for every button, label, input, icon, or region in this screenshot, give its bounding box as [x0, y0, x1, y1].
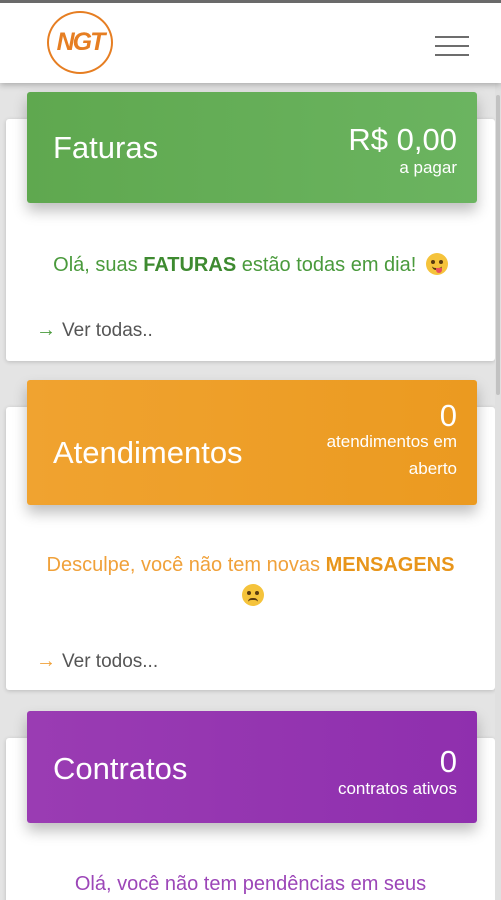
atendimentos-ver-todos-link[interactable]: → Ver todos...: [36, 650, 158, 673]
faturas-title: Faturas: [53, 130, 159, 165]
scrollbar-thumb[interactable]: [496, 95, 500, 395]
faturas-message-post: estão todas em dia!: [236, 254, 417, 276]
faturas-link-label: Ver todas..: [62, 320, 153, 341]
contratos-message: Olá, você não tem pendências em seus: [6, 869, 495, 900]
tongue-emoji-icon: [425, 253, 448, 275]
atendimentos-message-bold: MENSAGENS: [325, 554, 455, 576]
contratos-sub: contratos ativos: [337, 779, 457, 798]
atendimentos-value: 0: [439, 398, 457, 433]
logo-text: NGT: [56, 28, 106, 56]
faturas-value: R$ 0,00: [348, 122, 457, 157]
faturas-message-bold: FATURAS: [143, 254, 237, 276]
faturas-header[interactable]: Faturas R$ 0,00 a pagar: [27, 92, 477, 203]
contratos-value: 0: [439, 744, 457, 779]
sad-emoji-icon: [241, 584, 264, 606]
arrow-right-icon: →: [36, 650, 56, 672]
atendimentos-sub: atendimentos em aberto: [326, 432, 457, 479]
app-header: NGT: [0, 0, 501, 83]
faturas-ver-todas-link[interactable]: → Ver todas..: [36, 319, 153, 342]
faturas-message-pre: Olá, suas: [53, 254, 144, 276]
contratos-title: Contratos: [53, 751, 188, 786]
faturas-card: Faturas R$ 0,00 a pagar Olá, suas FATURA…: [6, 92, 495, 361]
contratos-card: Contratos 0 contratos ativos Olá, você n…: [6, 711, 495, 900]
atendimentos-card: Atendimentos 0 atendimentos em aberto De…: [6, 380, 495, 690]
hamburger-menu-icon[interactable]: [435, 36, 469, 56]
ngt-logo[interactable]: NGT: [47, 11, 113, 74]
arrow-right-icon: →: [36, 319, 56, 341]
atendimentos-header[interactable]: Atendimentos 0 atendimentos em aberto: [27, 380, 477, 505]
faturas-message: Olá, suas FATURAS estão todas em dia!: [6, 250, 495, 281]
faturas-sub: a pagar: [399, 158, 457, 177]
atendimentos-title: Atendimentos: [53, 435, 243, 470]
atendimentos-message: Desculpe, você não tem novas MENSAGENS: [6, 550, 495, 612]
atendimentos-message-pre: Desculpe, você não tem novas: [46, 554, 326, 576]
contratos-message-pre: Olá, você não tem pendências em seus: [74, 873, 427, 895]
atendimentos-link-label: Ver todos...: [62, 651, 159, 672]
contratos-header[interactable]: Contratos 0 contratos ativos: [27, 711, 477, 823]
